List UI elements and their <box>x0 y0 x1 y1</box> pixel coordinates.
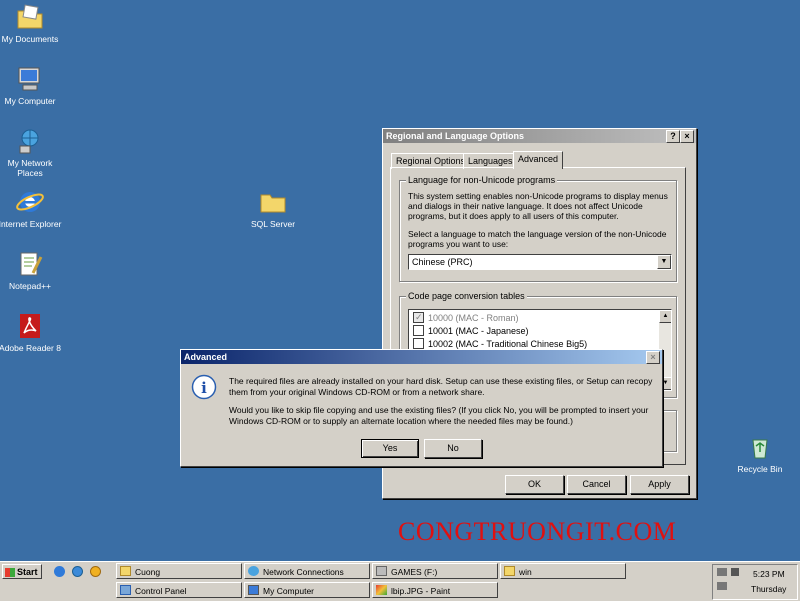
desktop-icon-label: My Computer <box>4 96 56 106</box>
recycle-bin-icon <box>752 439 768 459</box>
folder-icon <box>120 566 131 576</box>
system-tray: 5:23 PM Thursday <box>712 564 798 600</box>
taskbar: Start Cuong Network Connections GAMES (F… <box>0 561 800 601</box>
paint-icon <box>376 585 387 595</box>
non-unicode-description: This system setting enables non-Unicode … <box>408 191 668 221</box>
group-non-unicode-language: Language for non-Unicode programs This s… <box>399 175 677 282</box>
language-select-value: Chinese (PRC) <box>412 257 473 267</box>
internet-explorer-icon[interactable] <box>54 566 65 577</box>
list-item[interactable]: ✓ 10000 (MAC - Roman) <box>413 312 519 324</box>
desktop-icon-label: Recycle Bin <box>737 464 783 474</box>
tab-advanced[interactable]: Advanced <box>513 151 564 169</box>
desktop-icon-label: Internet Explorer <box>0 219 62 229</box>
desktop-icon-label: Adobe Reader 8 <box>0 343 61 353</box>
volume-icon[interactable] <box>731 568 739 576</box>
windows-logo-icon <box>5 568 15 577</box>
close-button[interactable]: × <box>680 130 694 143</box>
media-player-icon[interactable] <box>90 566 101 577</box>
desktop-icon-my-documents[interactable]: My Documents <box>0 2 62 44</box>
taskbar-item-games-drive[interactable]: GAMES (F:) <box>372 563 498 579</box>
taskbar-item-control-panel[interactable]: Control Panel <box>116 582 242 598</box>
chevron-down-icon[interactable]: ▼ <box>657 255 671 269</box>
desktop-icon-label: My Network Places <box>7 158 53 178</box>
control-panel-icon <box>120 585 131 595</box>
notepad-plus-plus-icon <box>20 252 43 276</box>
checkbox-icon[interactable] <box>413 338 424 350</box>
taskbar-item-my-computer[interactable]: My Computer <box>244 582 370 598</box>
desktop-icon-my-network-places[interactable]: My Network Places <box>0 126 62 178</box>
taskbar-item-paint[interactable]: lbip.JPG - Paint <box>372 582 498 598</box>
desktop-icon-my-computer[interactable]: My Computer <box>0 64 62 106</box>
network-icon <box>248 566 259 576</box>
advanced-dialog-titlebar[interactable]: Advanced × <box>181 350 662 364</box>
clock-time[interactable]: 5:23 PM <box>753 569 785 579</box>
advanced-message-dialog: Advanced × i The required files are alre… <box>180 349 663 467</box>
desktop-icon-adobe-reader[interactable]: Adobe Reader 8 <box>0 311 62 353</box>
checkbox-checked-icon[interactable]: ✓ <box>413 312 424 324</box>
watermark-text: CONGTRUONGIT.COM <box>398 517 677 546</box>
desktop-icon-label: My Documents <box>1 34 59 44</box>
svg-text:i: i <box>201 379 207 397</box>
list-item[interactable]: 10001 (MAC - Japanese) <box>413 325 529 337</box>
ok-button[interactable]: OK <box>505 475 564 494</box>
folder-icon <box>260 194 286 213</box>
desktop-icon-sql-server[interactable]: SQL Server <box>241 187 305 229</box>
folder-icon <box>504 566 515 576</box>
quick-launch <box>50 565 108 579</box>
no-button[interactable]: No <box>424 439 482 458</box>
folder-documents-icon <box>17 4 43 29</box>
checkbox-icon[interactable] <box>413 325 424 337</box>
close-button[interactable]: × <box>646 351 660 364</box>
network-tray-icon[interactable] <box>717 582 727 590</box>
scroll-up-icon[interactable]: ▲ <box>659 310 671 323</box>
desktop-icon[interactable] <box>72 566 83 577</box>
network-icon <box>19 129 39 154</box>
desktop-icon-internet-explorer[interactable]: Internet Explorer <box>0 187 62 229</box>
desktop-icon-label: SQL Server <box>250 219 296 229</box>
apply-button[interactable]: Apply <box>630 475 689 494</box>
information-icon: i <box>191 374 217 400</box>
cancel-button[interactable]: Cancel <box>567 475 626 494</box>
start-button[interactable]: Start <box>2 564 42 579</box>
network-tray-icon[interactable] <box>717 568 727 576</box>
internet-explorer-icon <box>16 192 44 212</box>
advanced-message-text-1: The required files are already installed… <box>229 376 653 397</box>
language-select[interactable]: Chinese (PRC) ▼ <box>408 254 672 270</box>
clock-day: Thursday <box>751 584 787 594</box>
advanced-message-text-2: Would you like to skip file copying and … <box>229 405 649 426</box>
desktop-icon-notepad-plus-plus[interactable]: Notepad++ <box>0 249 62 291</box>
adobe-reader-icon <box>20 314 40 338</box>
taskbar-item-cuong[interactable]: Cuong <box>116 563 242 579</box>
help-button[interactable]: ? <box>666 130 680 143</box>
advanced-dialog-title: Advanced <box>184 352 228 362</box>
desktop-icon-label: Notepad++ <box>8 281 52 291</box>
taskbar-item-network-connections[interactable]: Network Connections <box>244 563 370 579</box>
yes-button[interactable]: Yes <box>361 439 419 458</box>
taskbar-item-win[interactable]: win <box>500 563 626 579</box>
computer-icon <box>248 585 259 595</box>
regional-dialog-title: Regional and Language Options <box>386 131 525 141</box>
non-unicode-select-prompt: Select a language to match the language … <box>408 229 667 249</box>
regional-dialog-titlebar[interactable]: Regional and Language Options ? × <box>383 129 696 143</box>
drive-icon <box>376 566 387 576</box>
group-label: Code page conversion tables <box>406 291 527 301</box>
desktop-icon-recycle-bin[interactable]: Recycle Bin <box>728 432 792 474</box>
group-label: Language for non-Unicode programs <box>406 175 558 185</box>
computer-icon <box>18 67 40 91</box>
